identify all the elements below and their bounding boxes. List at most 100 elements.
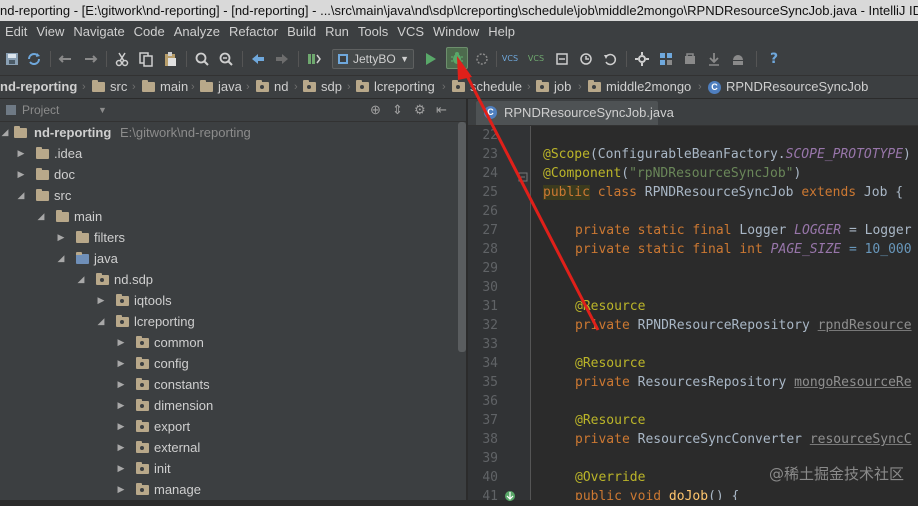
replace-icon[interactable] [216,49,236,69]
tree-item-config[interactable]: ▶ config [0,353,460,374]
vcs-commit-icon[interactable]: VCS [526,49,546,69]
project-view-label[interactable]: Project [22,99,59,121]
tree-item-java[interactable]: ◢ java [0,248,460,269]
tree-item-init[interactable]: ▶ init [0,458,460,479]
chevron-down-icon[interactable]: ▼ [98,99,107,121]
collapsed-arrow-icon[interactable]: ▶ [116,458,126,479]
crosshair-icon[interactable]: ⊕ [370,99,381,121]
coverage-icon[interactable] [472,49,492,69]
collapsed-arrow-icon[interactable]: ▶ [116,395,126,416]
tree-item-common[interactable]: ▶ common [0,332,460,353]
download-icon[interactable] [704,49,724,69]
back-icon[interactable] [248,49,268,69]
sync-icon[interactable] [24,49,44,69]
project-structure-icon[interactable] [656,49,676,69]
menu-analyze[interactable]: Analyze [169,21,224,43]
sdk-manager-icon[interactable] [680,49,700,69]
undo-icon[interactable] [56,49,76,69]
collapsed-arrow-icon[interactable]: ▶ [16,164,26,185]
debug-button[interactable] [446,47,468,69]
tree-item-export[interactable]: ▶ export [0,416,460,437]
run-icon[interactable] [420,49,440,69]
menu-code[interactable]: Code [129,21,169,43]
collapsed-arrow-icon[interactable]: ▶ [116,374,126,395]
collapsed-arrow-icon[interactable]: ▶ [16,143,26,164]
collapse-icon[interactable]: ⇕ [392,99,403,121]
collapsed-arrow-icon[interactable]: ▶ [116,416,126,437]
collapsed-arrow-icon[interactable]: ▶ [56,227,66,248]
breadcrumb-item-nd[interactable]: nd [256,76,288,98]
vcs-compare-icon[interactable] [552,49,572,69]
tree-item-idea[interactable]: ▶ .idea [0,143,460,164]
project-scrollbar[interactable] [458,122,466,352]
paste-icon[interactable] [160,49,180,69]
editor-tab-rpndresourcesyncjob[interactable]: C RPNDResourceSyncJob.java [476,101,674,125]
copy-icon[interactable] [136,49,156,69]
menu-vcs[interactable]: VCS [392,21,428,43]
settings-icon[interactable] [632,49,652,69]
menu-edit[interactable]: Edit [0,21,31,43]
expanded-arrow-icon[interactable]: ◢ [36,206,46,227]
breadcrumb-item-schedule[interactable]: schedule [452,76,522,98]
find-icon[interactable] [192,49,212,69]
menu-run[interactable]: Run [320,21,353,43]
forward-icon[interactable] [272,49,292,69]
expanded-arrow-icon[interactable]: ◢ [16,185,26,206]
collapsed-arrow-icon[interactable]: ▶ [116,353,126,374]
expanded-arrow-icon[interactable]: ◢ [56,248,66,269]
help-icon[interactable]: ? [764,49,784,69]
tree-item-filters[interactable]: ▶ filters [0,227,460,248]
cut-icon[interactable] [112,49,132,69]
code-line: private ResourcesRepository mongoResourc… [575,375,912,390]
collapsed-arrow-icon[interactable]: ▶ [96,290,106,311]
redo-icon[interactable] [80,49,100,69]
menu-tools[interactable]: Tools [353,21,392,43]
tree-item-iqtools[interactable]: ▶ iqtools [0,290,460,311]
gear-icon[interactable]: ⚙ [414,99,426,121]
tree-item-root[interactable]: ◢ nd-reporting E:\gitwork\nd-reporting [0,122,460,143]
breadcrumb-item-lcreporting[interactable]: lcreporting [356,76,435,98]
menu-view[interactable]: View [31,21,68,43]
expanded-arrow-icon[interactable]: ◢ [0,122,10,143]
collapsed-arrow-icon[interactable]: ▶ [116,479,126,500]
expanded-arrow-icon[interactable]: ◢ [76,269,86,290]
save-all-icon[interactable] [2,49,22,69]
code-editor[interactable]: @Scope(ConfigurableBeanFactory.SCOPE_PRO… [531,126,918,500]
override-icon[interactable] [504,490,516,502]
vcs-history-icon[interactable] [576,49,596,69]
menu-refactor[interactable]: Refactor [224,21,282,43]
make-project-icon[interactable] [304,49,324,69]
tree-item-main[interactable]: ◢ main [0,206,460,227]
run-config-select[interactable]: JettyBO ▼ [332,49,414,69]
tree-item-lcreporting[interactable]: ◢ lcreporting [0,311,460,332]
fold-icon[interactable] [518,172,528,182]
revert-icon[interactable] [600,49,620,69]
breadcrumb-item-class[interactable]: C RPNDResourceSyncJob [708,76,868,98]
collapsed-arrow-icon[interactable]: ▶ [116,332,126,353]
breadcrumb-item-middle2mongo[interactable]: middle2mongo [588,76,691,98]
tree-item-constants[interactable]: ▶ constants [0,374,460,395]
menu-navigate[interactable]: Navigate [68,21,128,43]
tree-item-dimension[interactable]: ▶ dimension [0,395,460,416]
breadcrumb-item-main[interactable]: main [142,76,188,98]
breadcrumb-item-src[interactable]: src [92,76,127,98]
line-number: 35 [482,375,498,390]
tree-item-nd-sdp[interactable]: ◢ nd.sdp [0,269,460,290]
vcs-update-icon[interactable]: VCS [500,49,520,69]
menu-build[interactable]: Build [282,21,320,43]
breadcrumb-item-java[interactable]: java [200,76,242,98]
menu-help[interactable]: Help [483,21,519,43]
breadcrumb-item-job[interactable]: job [536,76,571,98]
breadcrumb-item-sdp[interactable]: sdp [303,76,342,98]
menu-window[interactable]: Window [428,21,483,43]
android-icon[interactable] [728,49,748,69]
hide-panel-icon[interactable]: ⇤ [436,99,447,121]
tree-item-manage[interactable]: ▶ manage [0,479,460,500]
tree-item-src[interactable]: ◢ src [0,185,460,206]
code-line: @Resource [575,299,646,314]
expanded-arrow-icon[interactable]: ◢ [96,311,106,332]
breadcrumb-item-nd-reporting[interactable]: nd-reporting [0,76,77,98]
collapsed-arrow-icon[interactable]: ▶ [116,437,126,458]
tree-item-doc[interactable]: ▶ doc [0,164,460,185]
tree-item-external[interactable]: ▶ external [0,437,460,458]
